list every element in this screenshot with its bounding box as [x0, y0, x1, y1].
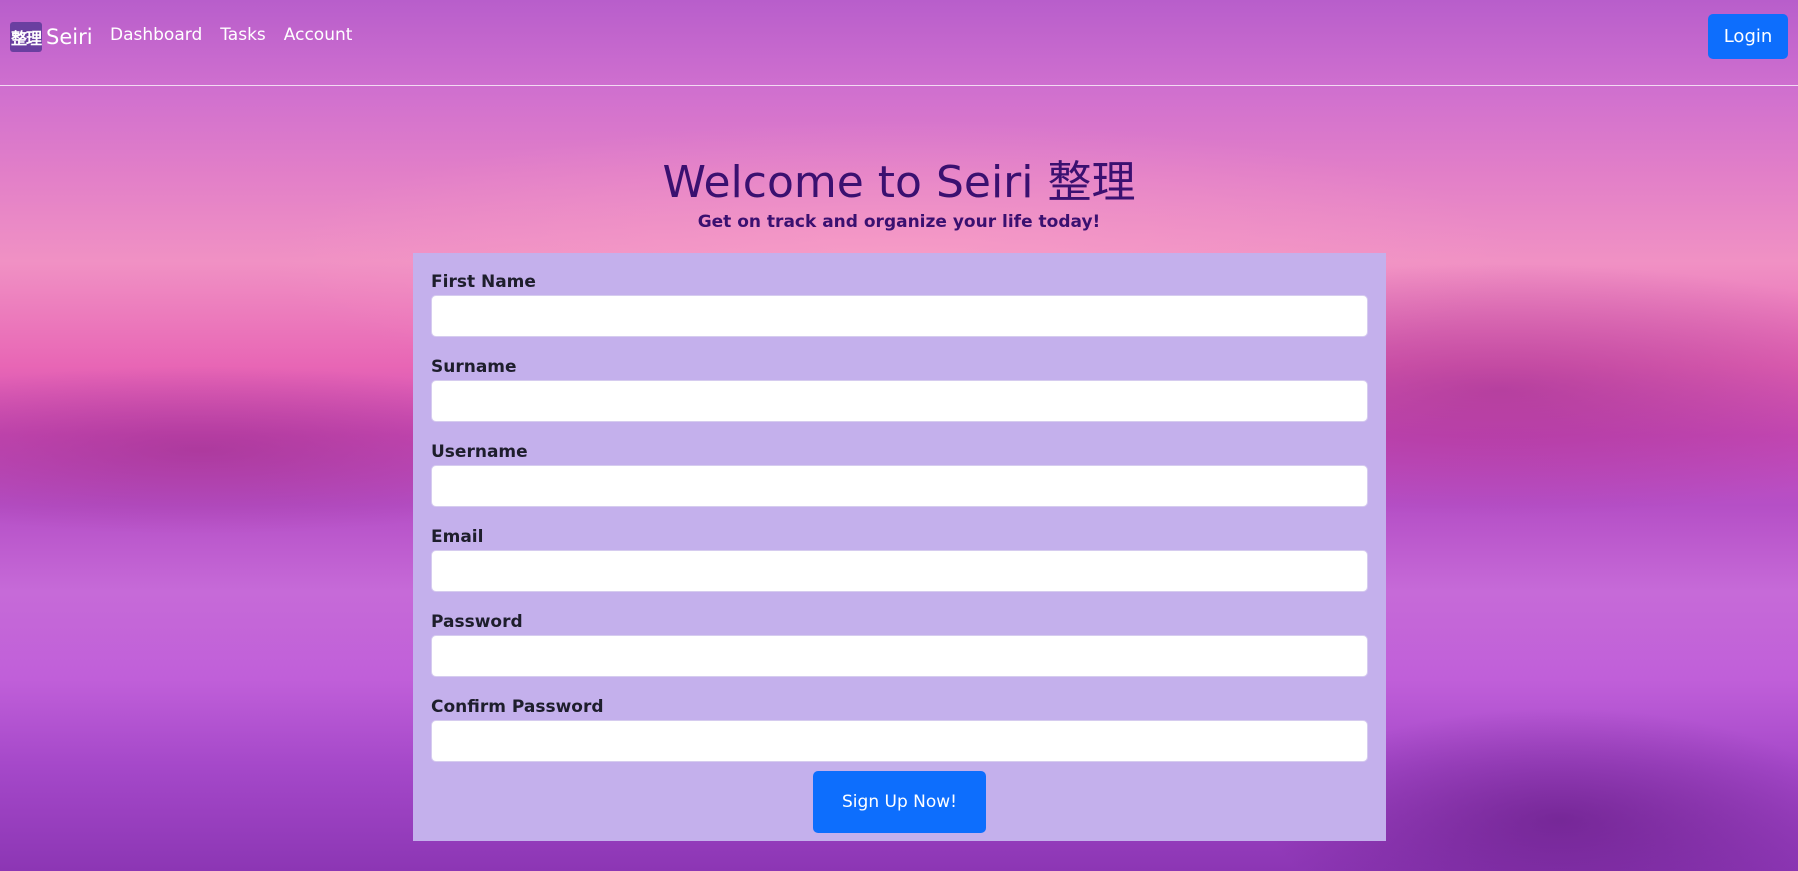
first-name-group: First Name: [431, 271, 1368, 337]
username-label: Username: [431, 442, 528, 462]
page-title: Welcome to Seiri 整理: [662, 157, 1136, 208]
confirm-password-group: Confirm Password: [431, 696, 1368, 762]
seiri-logo-icon: 整理: [10, 22, 42, 52]
email-label: Email: [431, 527, 484, 547]
nav-link-tasks[interactable]: Tasks: [220, 25, 266, 45]
confirm-password-label: Confirm Password: [431, 697, 604, 717]
confirm-password-input[interactable]: [431, 720, 1368, 762]
first-name-input[interactable]: [431, 295, 1368, 337]
nav-link-account[interactable]: Account: [284, 25, 353, 45]
brand[interactable]: 整理 Seiri: [10, 22, 93, 52]
username-group: Username: [431, 441, 1368, 507]
password-label: Password: [431, 612, 523, 632]
signup-form: First Name Surname Username Email Passwo…: [413, 253, 1386, 841]
username-input[interactable]: [431, 465, 1368, 507]
nav-links: Dashboard Tasks Account: [110, 25, 352, 45]
password-group: Password: [431, 611, 1368, 677]
surname-group: Surname: [431, 356, 1368, 422]
surname-input[interactable]: [431, 380, 1368, 422]
email-input[interactable]: [431, 550, 1368, 592]
brand-name: Seiri: [46, 25, 93, 49]
login-button[interactable]: Login: [1708, 14, 1788, 59]
top-navbar: 整理 Seiri Dashboard Tasks Account Login: [0, 0, 1798, 86]
sign-up-button[interactable]: Sign Up Now!: [813, 771, 986, 833]
first-name-label: First Name: [431, 272, 536, 292]
nav-link-dashboard[interactable]: Dashboard: [110, 25, 202, 45]
page-subtitle: Get on track and organize your life toda…: [697, 212, 1101, 232]
password-input[interactable]: [431, 635, 1368, 677]
email-group: Email: [431, 526, 1368, 592]
surname-label: Surname: [431, 357, 517, 377]
